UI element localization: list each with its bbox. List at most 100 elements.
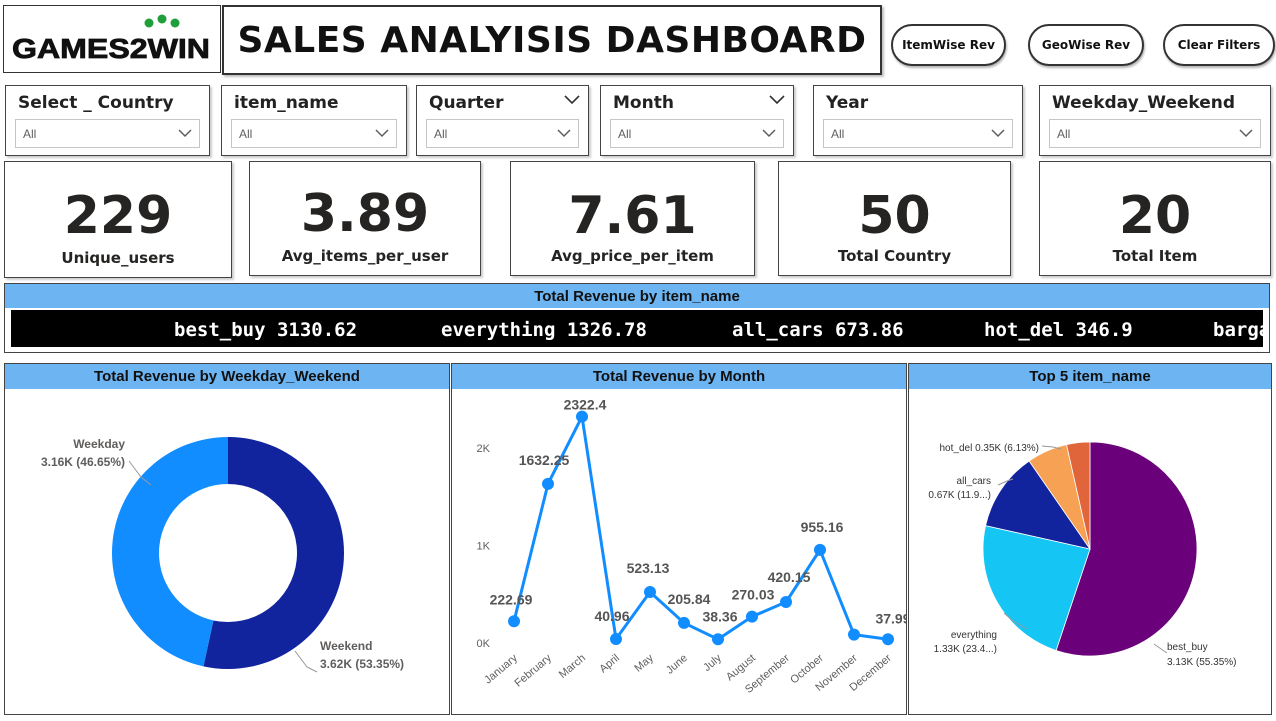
kpi-value: 229 [63, 186, 173, 246]
country-dropdown[interactable]: All [15, 119, 200, 148]
kpi-label: Avg_items_per_user [281, 247, 449, 265]
data-label: 1632.25 [519, 452, 570, 468]
data-point[interactable] [644, 585, 656, 598]
clear-filters-button[interactable]: Clear Filters [1163, 24, 1275, 66]
data-label: 955.16 [801, 519, 844, 535]
data-point[interactable] [712, 633, 724, 646]
chevron-down-icon[interactable] [564, 94, 580, 104]
item-name-dropdown[interactable]: All [231, 119, 397, 148]
pie-label-everything-value: 1.33K (23.4...) [934, 644, 997, 655]
geowise-rev-button[interactable]: GeoWise Rev [1028, 24, 1144, 66]
data-point[interactable] [508, 615, 520, 628]
donut-label-weekend-name: Weekend [320, 639, 372, 653]
ticker-item: all_cars 673.86 [732, 319, 904, 341]
chart-title: Total Revenue by Month [452, 364, 906, 389]
chevron-down-icon [557, 129, 571, 138]
y-tick-label: 0K [477, 638, 491, 650]
dropdown-value: All [434, 127, 448, 141]
data-point[interactable] [882, 633, 894, 646]
donut-label-weekend-value: 3.62K (53.35%) [320, 657, 404, 671]
kpi-label: Unique_users [61, 249, 175, 267]
data-point[interactable] [542, 477, 554, 490]
data-label: 38.36 [702, 608, 737, 624]
company-logo: GAMES2WIN [3, 5, 221, 73]
kpi-card-avg-price: 7.61 Avg_price_per_item [510, 161, 755, 276]
donut-label-weekday-value: 3.16K (46.65%) [41, 455, 125, 469]
x-tick-label: May [632, 652, 656, 675]
dropdown-value: All [23, 127, 37, 141]
x-tick-label: March [557, 652, 588, 681]
kpi-card-unique-users: 229 Unique_users [4, 161, 232, 278]
data-label: 2322.4 [564, 397, 607, 413]
chevron-down-icon [178, 129, 192, 138]
quarter-dropdown[interactable]: All [426, 119, 579, 148]
data-label: 222.69 [490, 591, 533, 607]
slicer-title: Select _ Country [18, 93, 174, 113]
top5-items-chart-panel: Top 5 item_name best_buy 3.13K (55.35%) ev… [908, 363, 1272, 715]
year-dropdown[interactable]: All [823, 119, 1013, 148]
slicer-country: Select _ Country All [5, 85, 210, 156]
weekday-weekend-dropdown[interactable]: All [1049, 119, 1261, 148]
data-point[interactable] [814, 543, 826, 556]
x-tick-label: June [664, 652, 690, 677]
donut-slice-weekday[interactable] [111, 437, 228, 667]
kpi-value: 20 [1118, 186, 1192, 246]
slicer-title: Weekday_Weekend [1052, 93, 1236, 113]
data-label: 37.99 [875, 610, 906, 626]
slicer-title: Year [826, 93, 869, 113]
data-point[interactable] [678, 616, 690, 629]
slicer-title: Month [613, 93, 674, 113]
kpi-value: 7.61 [568, 186, 697, 246]
pie-label-best-buy-value: 3.13K (55.35%) [1167, 657, 1237, 668]
revenue-ticker[interactable]: best_buy 3130.62 everything 1326.78 all_… [11, 310, 1263, 347]
weekday-weekend-chart-panel: Total Revenue by Weekday_Weekend Weekday… [4, 363, 450, 715]
logo-dots [144, 14, 180, 28]
kpi-value: 3.89 [300, 184, 430, 244]
data-label: 420.15 [768, 569, 811, 585]
chevron-down-icon [1239, 129, 1253, 138]
revenue-ticker-panel: Total Revenue by item_name best_buy 3130… [4, 283, 1270, 353]
pie-label-everything-name: everything [951, 630, 997, 641]
x-tick-label: April [597, 652, 622, 675]
data-point[interactable] [780, 596, 792, 609]
line-chart: 0K 1K 2K 222.69 1632.25 2322.4 40.96 523.13 205.… [477, 397, 906, 696]
kpi-value: 50 [858, 186, 931, 246]
itemwise-rev-button[interactable]: ItemWise Rev [891, 24, 1006, 66]
dropdown-value: All [831, 127, 845, 141]
donut-label-weekday-name: Weekday [73, 437, 125, 451]
logo-text: GAMES2WIN [12, 33, 210, 64]
pie-label-best-buy-name: best_buy [1167, 642, 1208, 653]
slicer-title: item_name [234, 93, 339, 113]
y-tick-label: 2K [477, 443, 491, 455]
ticker-item: hot_del 346.9 [984, 319, 1133, 341]
kpi-card-avg-items: 3.89 Avg_items_per_user [249, 161, 481, 276]
chart-title: Total Revenue by Weekday_Weekend [5, 364, 449, 389]
chevron-down-icon [762, 129, 776, 138]
ticker-item: best_buy 3130.62 [174, 319, 358, 341]
kpi-card-total-country: 50 Total Country [778, 161, 1011, 276]
dashboard-title: SALES ANALYISIS DASHBOARD [237, 19, 867, 61]
data-label: 270.03 [732, 587, 775, 603]
slicer-title: Quarter [429, 93, 504, 113]
x-tick-label: July [701, 652, 724, 674]
data-point[interactable] [610, 633, 622, 646]
data-point[interactable] [746, 610, 758, 623]
donut-chart: Weekday 3.16K (46.65%) Weekend 3.62K (53.35… [41, 437, 404, 673]
ticker-title: Total Revenue by item_name [5, 284, 1269, 308]
chevron-down-icon[interactable] [769, 94, 785, 104]
pie-label-hot-del: hot_del 0.35K (6.13%) [939, 443, 1039, 454]
kpi-label: Total Country [837, 247, 952, 265]
month-dropdown[interactable]: All [610, 119, 784, 148]
kpi-card-total-item: 20 Total Item [1039, 161, 1271, 276]
slicer-item-name: item_name All [221, 85, 407, 156]
leader-line [294, 650, 318, 673]
pie-label-all-cars-name: all_cars [957, 476, 991, 487]
ticker-item: everything 1326.78 [441, 319, 647, 341]
leader-line [1153, 643, 1168, 654]
data-point[interactable] [848, 628, 860, 641]
dropdown-value: All [618, 127, 632, 141]
slicer-month: Month All [600, 85, 794, 156]
pie-chart: best_buy 3.13K (55.35%) everything 1.33K (2… [928, 441, 1237, 668]
y-tick-label: 1K [477, 541, 491, 553]
chevron-down-icon [991, 129, 1005, 138]
